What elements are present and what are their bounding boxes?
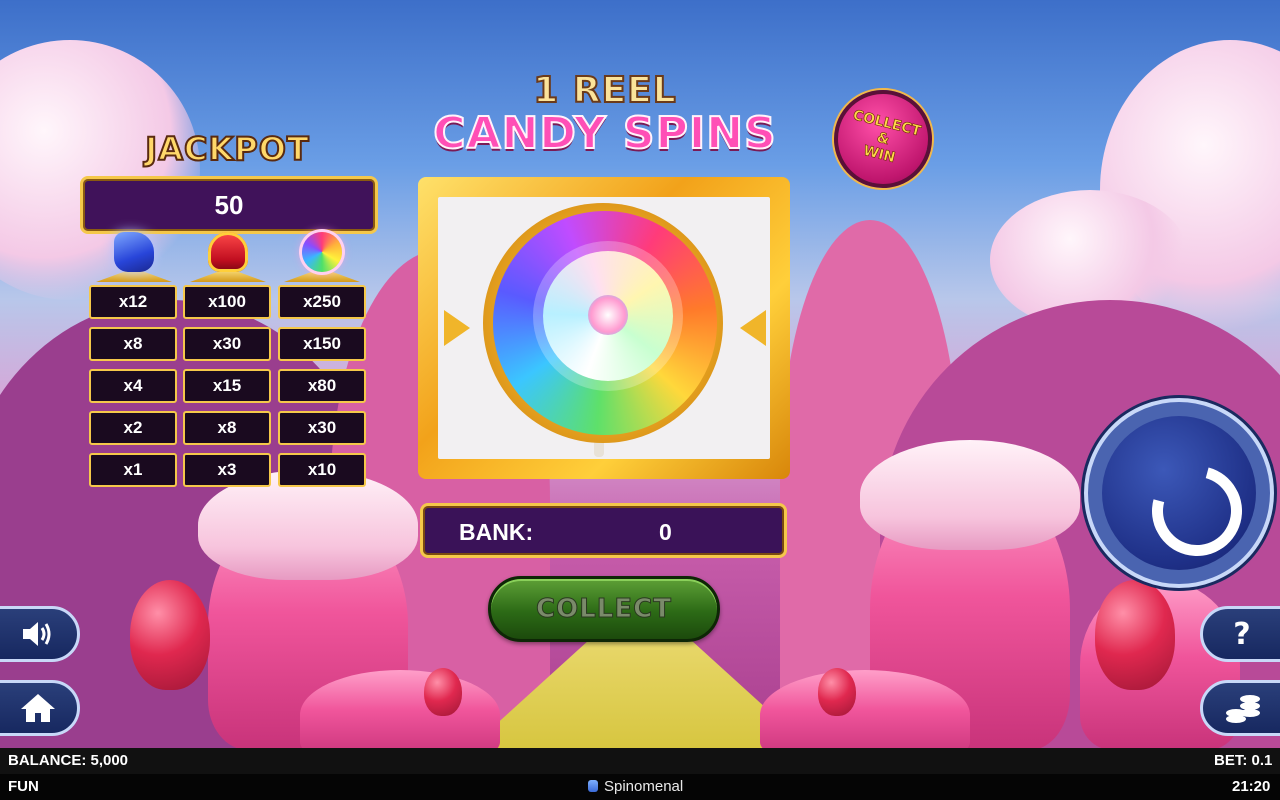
home-button[interactable] [0,680,80,736]
paytable-cell: x30 [278,411,366,445]
badge-line3: WIN [861,142,897,167]
mode-label: FUN [8,778,39,795]
hat-icon [190,232,266,282]
reel-frame [418,177,790,479]
paytable-cell: x2 [89,411,177,445]
jackpot-label: JACKPOT [144,129,310,169]
spin-button[interactable] [1084,398,1274,588]
brand-logo-icon [588,780,598,792]
jackpot-value: 50 [80,176,378,234]
paytable-cell: x4 [89,369,177,403]
spin-icon [1135,449,1259,573]
paytable-cell: x8 [183,411,271,445]
bet-display: BET: 0.1 [1214,752,1273,769]
paytable-cell: x15 [183,369,271,403]
clock: 21:20 [1232,778,1271,795]
lollipop-icon [284,232,360,282]
paytable-cell: x1 [89,453,177,487]
whistle-icon [96,232,172,282]
paytable-cell: x12 [89,285,177,319]
paytable-cell: x100 [183,285,271,319]
bank-value: 0 [659,519,672,545]
balance-display: BALANCE: 5,000 [8,752,129,769]
paytable-cell: x250 [278,285,366,319]
brand-label: Spinomenal [588,778,683,795]
bank-panel: BANK: 0 [420,503,787,558]
brand-text: Spinomenal [604,778,684,795]
reel-marker-left-icon [444,310,470,346]
paytable-cell: x30 [183,327,271,361]
game-title: CANDY SPINS [432,107,777,160]
paytable-cell: x8 [89,327,177,361]
speaker-icon [23,622,51,646]
sound-button[interactable] [0,606,80,662]
bet-button[interactable] [1200,680,1280,736]
reel-window [438,197,770,459]
bank-label: BANK: [459,519,534,545]
paytable-cell: x10 [278,453,366,487]
status-bar-bottom: FUN Spinomenal 21:20 [0,774,1280,800]
help-button[interactable]: ? [1200,606,1280,662]
paytable-cell: x80 [278,369,366,403]
paytable-cell: x150 [278,327,366,361]
collect-button[interactable]: COLLECT [488,576,720,642]
title-line1: 1 REEL [532,69,677,112]
status-bar-top: BALANCE: 5,000 BET: 0.1 [0,748,1280,774]
reel-marker-right-icon [740,310,766,346]
lollipop-center [588,295,628,335]
home-icon [21,694,55,722]
coins-icon [1226,695,1260,723]
paytable-cell: x3 [183,453,271,487]
